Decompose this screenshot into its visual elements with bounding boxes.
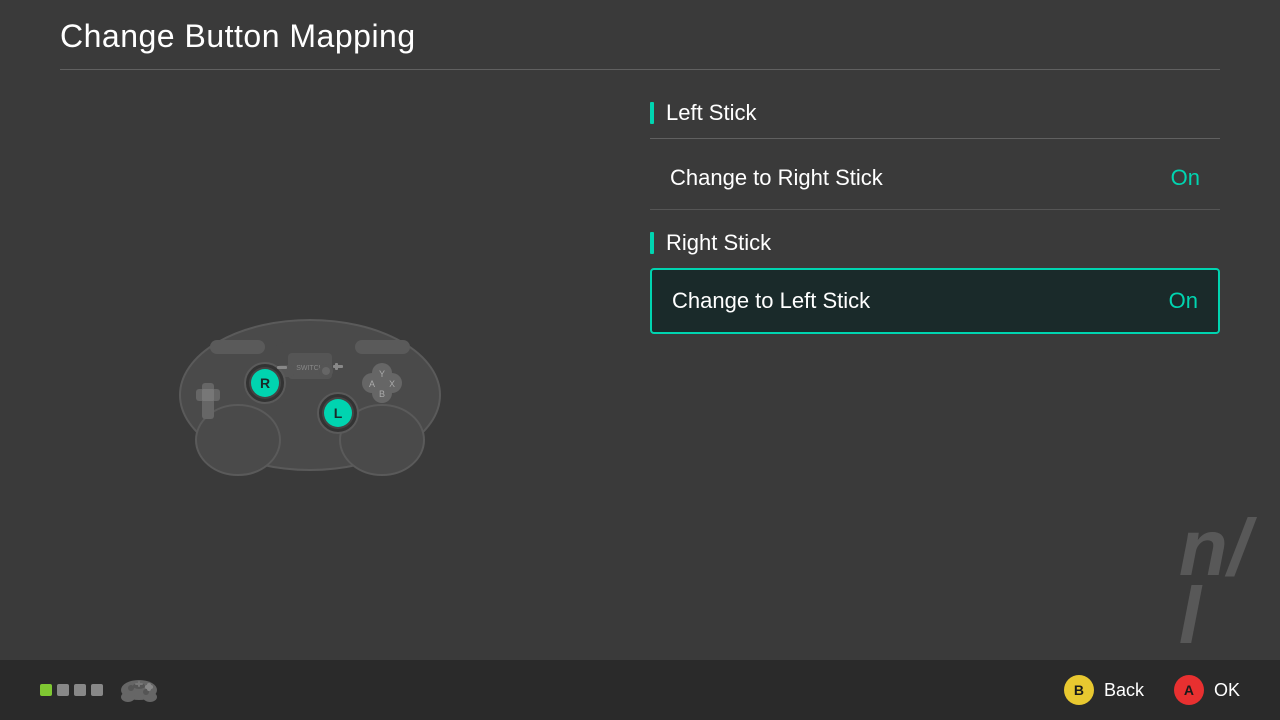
ok-action[interactable]: A OK — [1174, 675, 1240, 705]
watermark: n/l — [1179, 514, 1250, 650]
bottom-left — [40, 674, 159, 707]
left-panel: SWITCH R — [0, 70, 620, 670]
bottom-bar: B Back A OK — [0, 660, 1280, 720]
page-title: Change Button Mapping — [60, 18, 1220, 55]
svg-text:L: L — [334, 405, 343, 421]
change-to-left-stick-value: On — [1169, 288, 1198, 314]
dot-3 — [74, 684, 86, 696]
svg-text:A: A — [369, 379, 375, 389]
change-to-right-stick-option[interactable]: Change to Right Stick On — [650, 147, 1220, 210]
right-stick-indicator — [650, 232, 654, 254]
controller-container: SWITCH R — [170, 260, 450, 480]
dot-2 — [57, 684, 69, 696]
left-stick-header: Left Stick — [650, 100, 1220, 126]
ok-label: OK — [1214, 680, 1240, 701]
change-to-right-stick-label: Change to Right Stick — [670, 165, 883, 191]
back-label: Back — [1104, 680, 1144, 701]
dot-4 — [91, 684, 103, 696]
change-to-left-stick-option[interactable]: Change to Left Stick On — [650, 268, 1220, 334]
main-content: SWITCH R — [0, 70, 1280, 670]
back-action[interactable]: B Back — [1064, 675, 1144, 705]
controller-icon-small — [119, 674, 159, 707]
left-stick-section: Left Stick Change to Right Stick On — [650, 100, 1220, 210]
header: Change Button Mapping — [0, 0, 1280, 70]
controller-illustration: SWITCH R — [170, 260, 450, 480]
indicator-dots — [40, 684, 103, 696]
right-stick-header: Right Stick — [650, 230, 1220, 256]
left-stick-title: Left Stick — [666, 100, 756, 126]
left-stick-indicator — [650, 102, 654, 124]
dot-1 — [40, 684, 52, 696]
right-stick-title: Right Stick — [666, 230, 771, 256]
b-button-icon: B — [1064, 675, 1094, 705]
change-to-right-stick-value: On — [1171, 165, 1200, 191]
left-stick-divider — [650, 138, 1220, 139]
svg-text:B: B — [379, 389, 385, 399]
right-stick-section: Right Stick Change to Left Stick On — [650, 230, 1220, 334]
a-button-icon: A — [1174, 675, 1204, 705]
change-to-left-stick-label: Change to Left Stick — [672, 288, 870, 314]
bottom-right: B Back A OK — [1064, 675, 1240, 705]
svg-text:R: R — [260, 375, 270, 391]
